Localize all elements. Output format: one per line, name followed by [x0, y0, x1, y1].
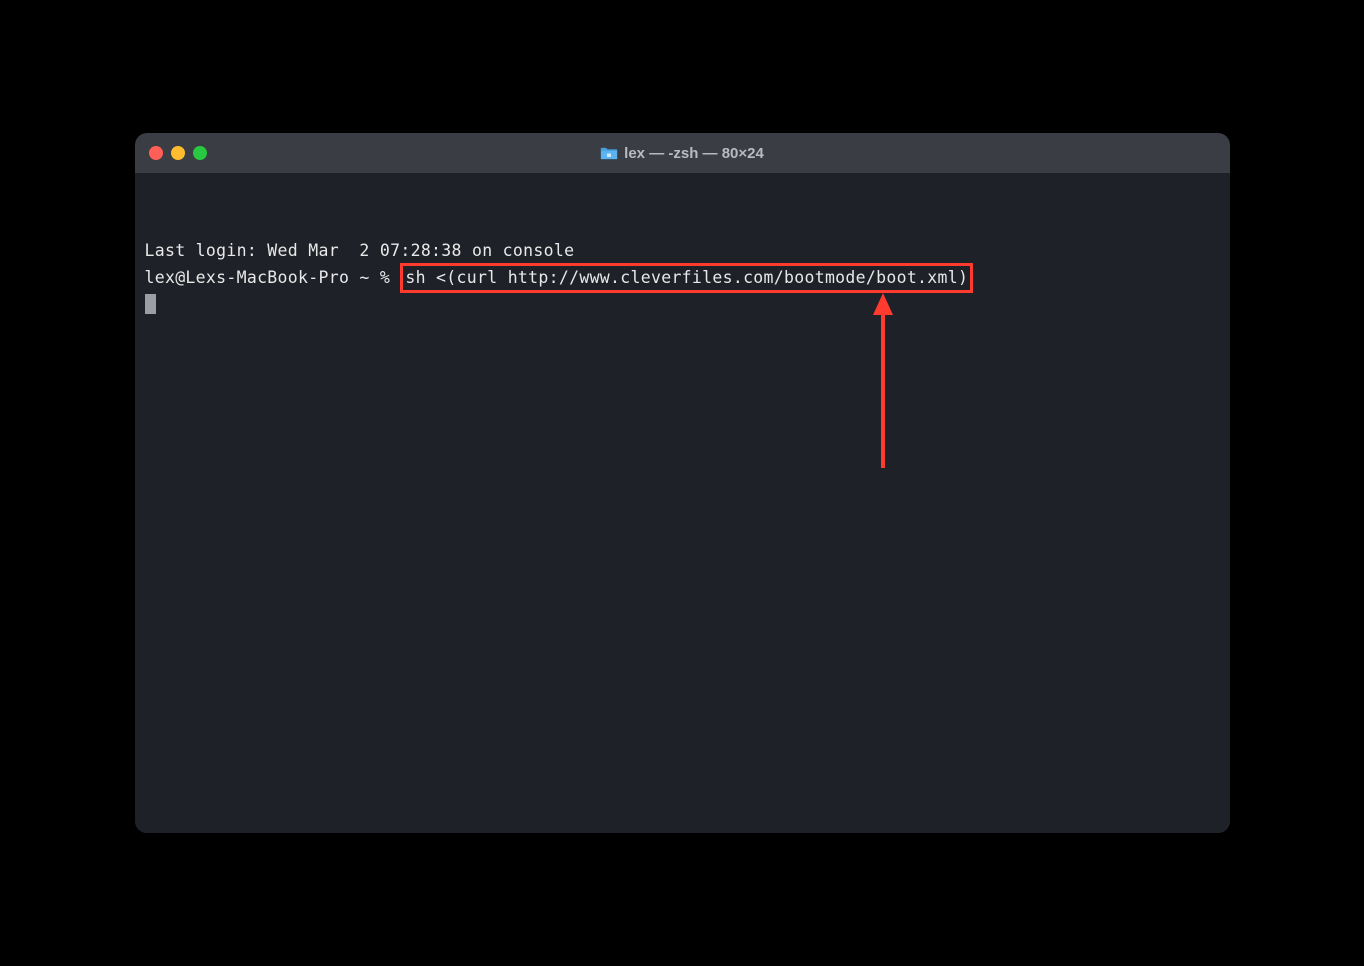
- folder-icon: [600, 146, 618, 160]
- shell-prompt: lex@Lexs-MacBook-Pro ~ %: [145, 266, 401, 290]
- traffic-lights: [149, 146, 207, 160]
- last-login-text: Last login: Wed Mar 2 07:28:38 on consol…: [145, 239, 1220, 263]
- minimize-button[interactable]: [171, 146, 185, 160]
- window-title: lex — -zsh — 80×24: [624, 145, 764, 162]
- command-text: sh <(curl http://www.cleverfiles.com/boo…: [400, 263, 973, 293]
- cursor: [145, 294, 156, 314]
- maximize-button[interactable]: [193, 146, 207, 160]
- terminal-content[interactable]: Last login: Wed Mar 2 07:28:38 on consol…: [135, 173, 1230, 833]
- terminal-window: lex — -zsh — 80×24 Last login: Wed Mar 2…: [135, 133, 1230, 833]
- titlebar[interactable]: lex — -zsh — 80×24: [135, 133, 1230, 173]
- close-button[interactable]: [149, 146, 163, 160]
- title-container: lex — -zsh — 80×24: [135, 145, 1230, 162]
